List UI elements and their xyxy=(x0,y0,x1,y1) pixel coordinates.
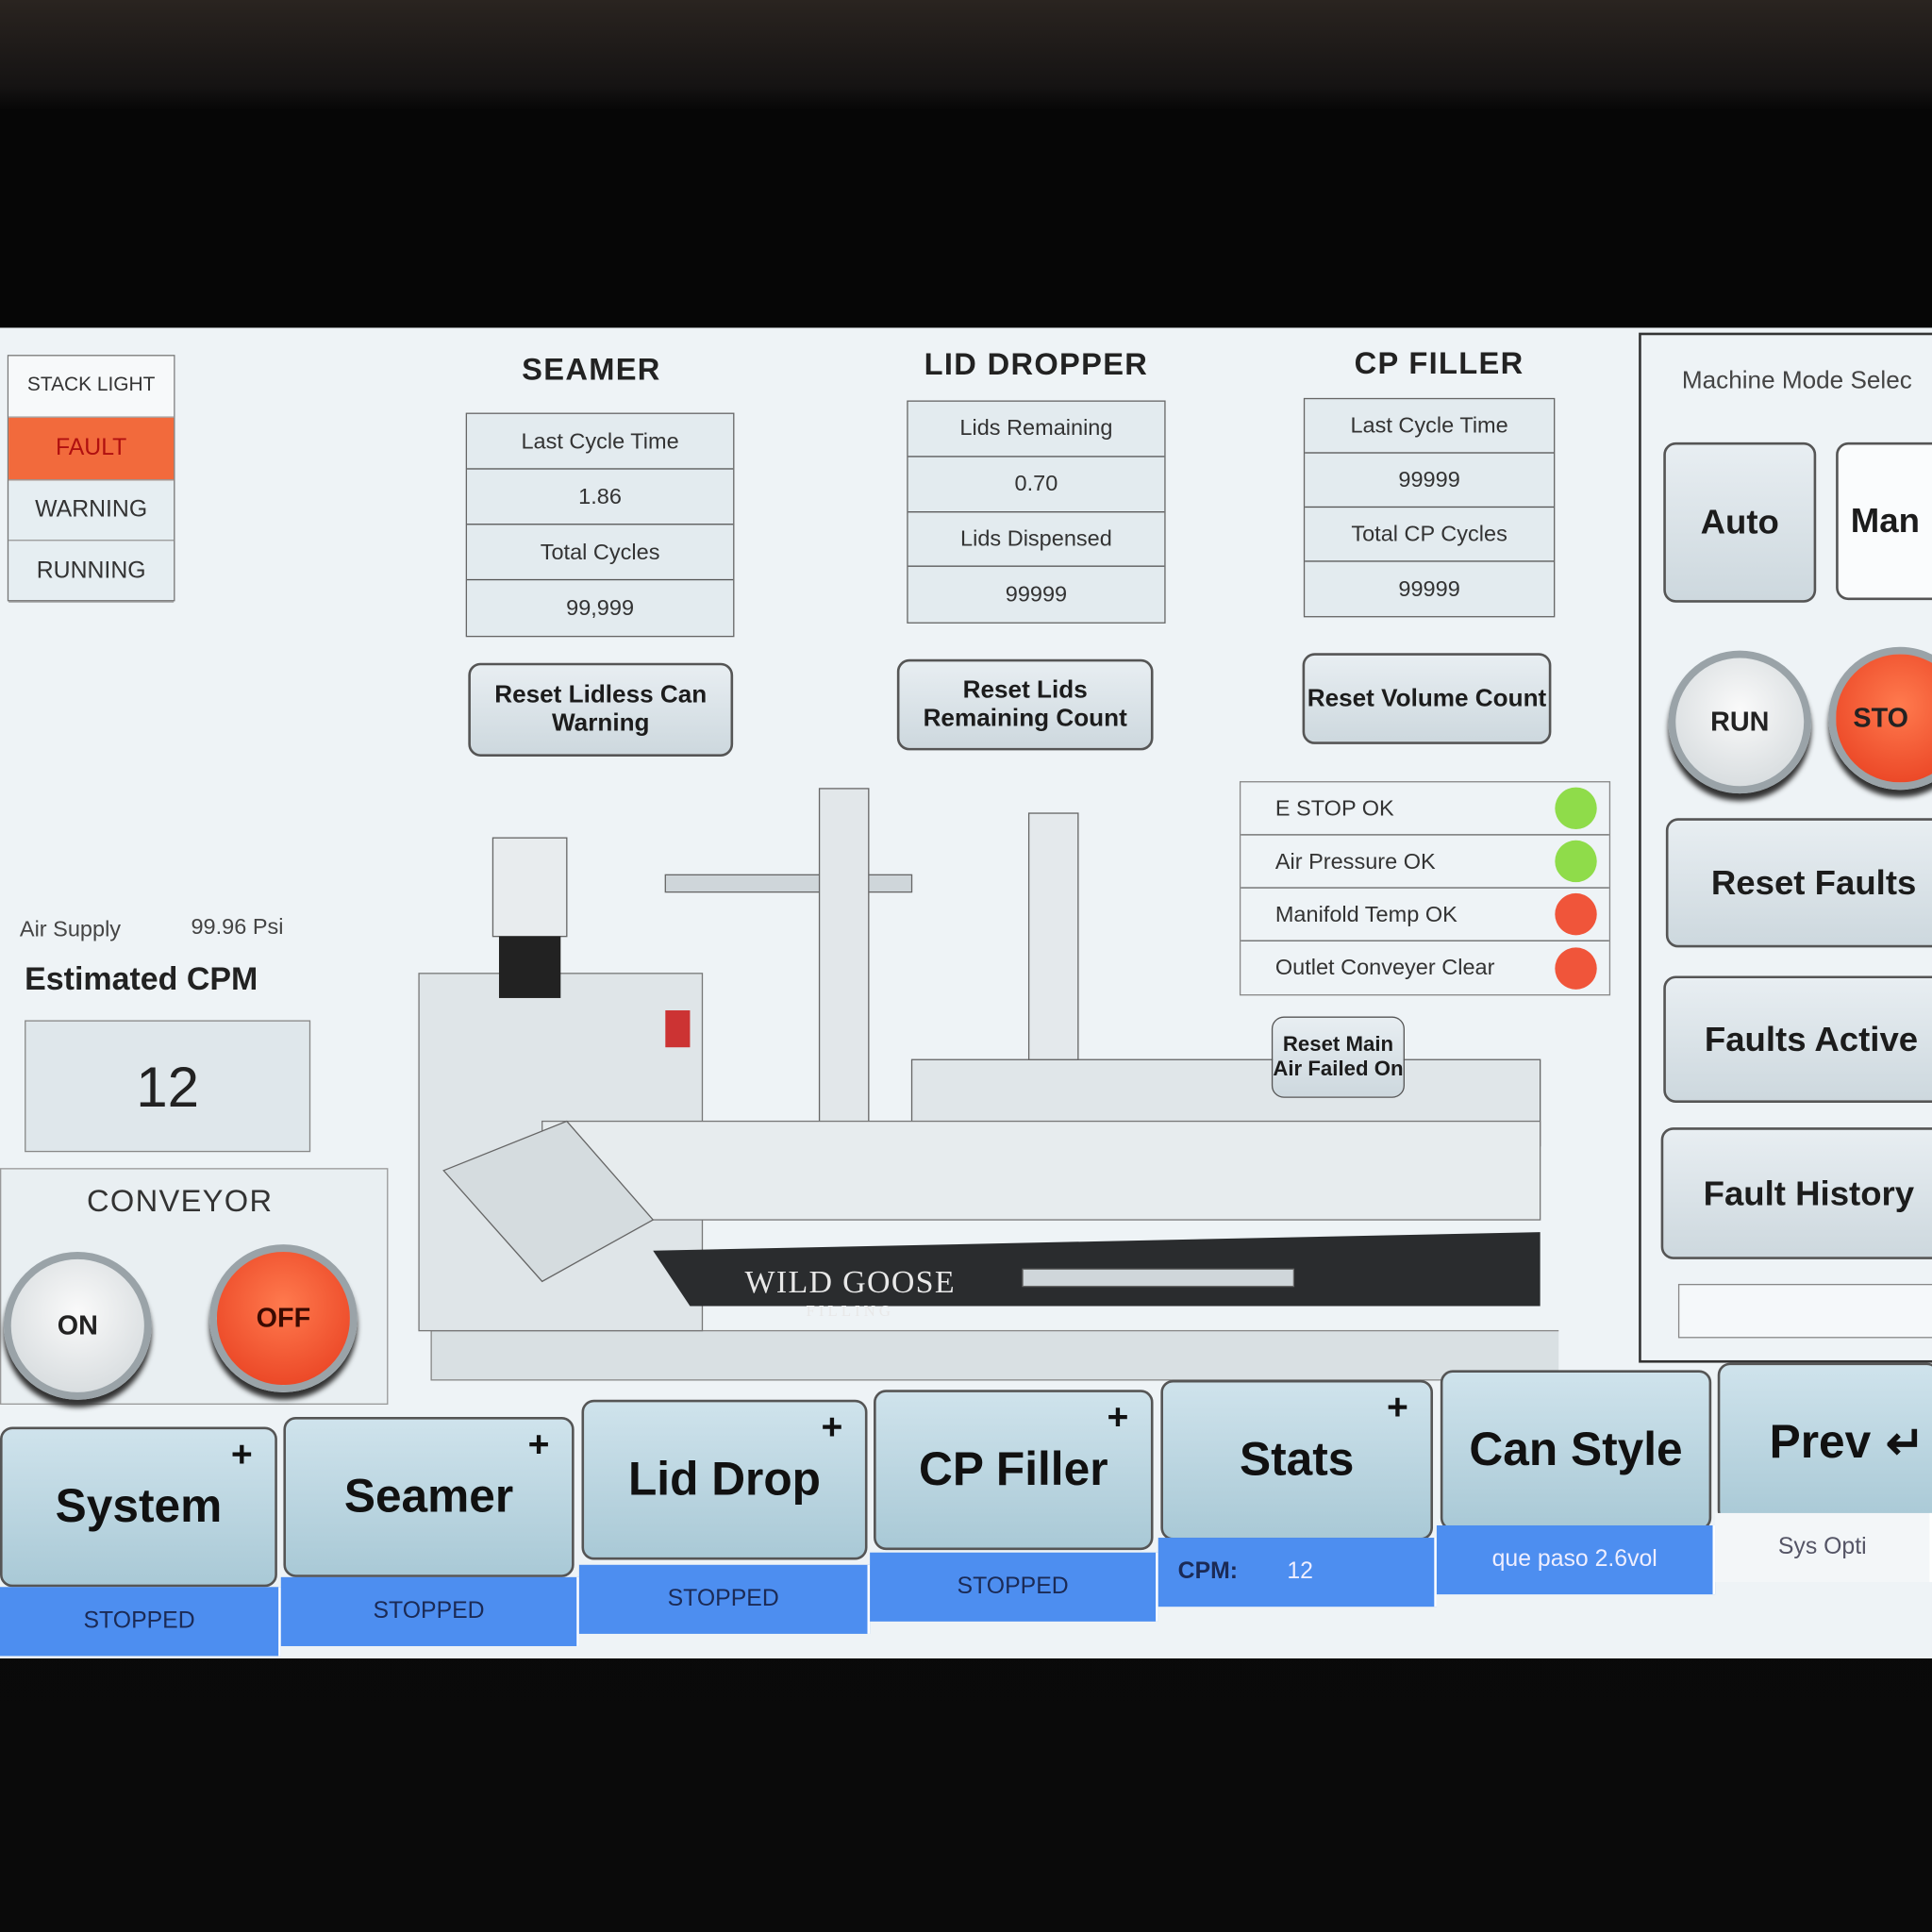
fault-history-button[interactable]: Fault History xyxy=(1660,1127,1932,1259)
can-style-status: que paso 2.6vol xyxy=(1436,1524,1716,1595)
red-indicator-icon xyxy=(1555,946,1597,990)
wild-goose-logo: WILD GOOSE FILLING xyxy=(690,1264,1010,1321)
tab-lid-drop[interactable]: Lid Drop + xyxy=(581,1399,868,1560)
seamer-status: STOPPED xyxy=(280,1576,579,1646)
cp-last-cycle-label: Last Cycle Time xyxy=(1305,399,1555,454)
seamer-label-total-cycles: Total Cycles xyxy=(467,525,734,581)
tab-label: System xyxy=(55,1480,223,1533)
cp-filler-status: STOPPED xyxy=(870,1552,1158,1622)
machine-mode-panel: Machine Mode Selec Auto Man RUN STO Rese… xyxy=(1639,332,1932,1363)
seamer-value-total-cycles: 99,999 xyxy=(566,594,635,620)
status-label: Outlet Conveyer Clear xyxy=(1274,955,1495,980)
manual-mode-button[interactable]: Man xyxy=(1836,441,1932,601)
seamer-value-last-cycle: 1.86 xyxy=(467,470,734,525)
plus-icon: + xyxy=(1107,1397,1129,1439)
status-outlet-conveyor: Outlet Conveyer Clear xyxy=(1241,941,1609,994)
seamer-table: Last Cycle Time 1.86 Total Cycles 99,999 xyxy=(465,412,735,638)
sys-opti-status: Sys Opti xyxy=(1715,1512,1932,1583)
stop-button[interactable]: STO xyxy=(1828,646,1932,791)
stack-light-warning: WARNING xyxy=(8,480,175,541)
hmi-screen: STACK LIGHT FAULT WARNING RUNNING SEAMER… xyxy=(0,327,1932,1659)
faults-active-button[interactable]: Faults Active xyxy=(1663,975,1932,1103)
conveyor-off-button[interactable]: OFF xyxy=(209,1244,358,1392)
stack-light-panel: STACK LIGHT FAULT WARNING RUNNING xyxy=(7,355,175,603)
reset-lidless-can-warning-button[interactable]: Reset Lidless Can Warning xyxy=(468,662,734,757)
tab-prev[interactable]: Prev ↵ xyxy=(1717,1362,1932,1524)
cp-filler-table: Last Cycle Time 99999 Total CP Cycles 99… xyxy=(1303,397,1556,618)
status-label: Air Pressure OK xyxy=(1274,848,1436,874)
return-arrow-icon: ↵ xyxy=(1885,1417,1925,1470)
mode-message-field xyxy=(1677,1283,1932,1339)
reset-main-air-button[interactable]: Reset Main Air Failed On xyxy=(1271,1016,1405,1098)
status-label: E STOP OK xyxy=(1274,795,1394,821)
logo-name: WILD GOOSE xyxy=(744,1264,956,1300)
cpm-label: CPM: xyxy=(1177,1558,1239,1585)
machine-mode-title: Machine Mode Selec xyxy=(1681,367,1912,394)
lid-dropper-table: Lids Remaining 0.70 Lids Dispensed 99999 xyxy=(907,400,1166,624)
auto-mode-button[interactable]: Auto xyxy=(1663,441,1817,603)
lids-dispensed-label: Lids Dispensed xyxy=(908,512,1165,568)
reset-lids-remaining-button[interactable]: Reset Lids Remaining Count xyxy=(896,658,1154,751)
cp-filler-title: CP FILLER xyxy=(1354,346,1524,381)
stack-light-fault: FAULT xyxy=(8,417,175,481)
cp-total-cycles-value: 99999 xyxy=(1398,575,1460,601)
plus-icon: + xyxy=(527,1424,550,1465)
tab-label: Seamer xyxy=(343,1470,514,1523)
stack-light-running: RUNNING xyxy=(8,541,175,603)
tab-can-style[interactable]: Can Style xyxy=(1440,1370,1712,1531)
lids-remaining-value: 0.70 xyxy=(908,457,1165,512)
conveyor-title: CONVEYOR xyxy=(87,1184,274,1219)
plus-icon: + xyxy=(1386,1387,1408,1428)
lids-dispensed-value: 99999 xyxy=(1005,581,1068,607)
air-supply-value: 99.96 Psi xyxy=(191,914,284,940)
air-supply-label: Air Supply xyxy=(19,916,122,941)
tab-seamer[interactable]: Seamer + xyxy=(283,1417,575,1577)
interlock-status-list: E STOP OK Air Pressure OK Manifold Temp … xyxy=(1239,781,1611,996)
cpm-value: 12 xyxy=(1287,1558,1313,1585)
reset-volume-count-button[interactable]: Reset Volume Count xyxy=(1302,653,1552,744)
lid-dropper-title: LID DROPPER xyxy=(924,347,1149,382)
lids-remaining-label: Lids Remaining xyxy=(908,402,1165,458)
plus-icon: + xyxy=(230,1434,253,1475)
stats-status: CPM: 12 xyxy=(1158,1538,1437,1607)
reset-faults-button[interactable]: Reset Faults xyxy=(1665,818,1932,948)
tab-label: Lid Drop xyxy=(627,1453,821,1506)
tab-label: Stats xyxy=(1239,1433,1355,1486)
tab-stats[interactable]: Stats + xyxy=(1160,1379,1434,1541)
tab-system[interactable]: System + xyxy=(0,1426,277,1588)
estimated-cpm-value: 12 xyxy=(25,1020,311,1153)
status-estop: E STOP OK xyxy=(1241,782,1609,836)
tab-cp-filler[interactable]: CP Filler + xyxy=(874,1390,1154,1551)
status-air-pressure: Air Pressure OK xyxy=(1241,836,1609,889)
red-indicator-icon xyxy=(1555,892,1597,936)
estimated-cpm-label: Estimated CPM xyxy=(25,959,258,997)
status-manifold-temp: Manifold Temp OK xyxy=(1241,889,1609,941)
cp-total-cycles-label: Total CP Cycles xyxy=(1305,508,1555,562)
green-indicator-icon xyxy=(1555,787,1597,830)
seamer-title: SEAMER xyxy=(522,352,661,388)
lid-drop-status: STOPPED xyxy=(578,1564,871,1634)
plus-icon: + xyxy=(821,1407,843,1448)
cp-last-cycle-value: 99999 xyxy=(1305,454,1555,508)
tab-label: Prev xyxy=(1769,1416,1872,1469)
run-button[interactable]: RUN xyxy=(1668,650,1811,794)
logo-sub: FILLING xyxy=(806,1301,894,1320)
stack-light-title: STACK LIGHT xyxy=(8,356,175,418)
seamer-label-last-cycle: Last Cycle Time xyxy=(467,414,734,470)
system-status: STOPPED xyxy=(0,1587,281,1657)
green-indicator-icon xyxy=(1555,840,1597,883)
tab-label: Can Style xyxy=(1469,1424,1683,1476)
tab-label: CP Filler xyxy=(919,1443,1108,1495)
conveyor-on-button[interactable]: ON xyxy=(3,1252,152,1400)
status-label: Manifold Temp OK xyxy=(1274,901,1457,926)
